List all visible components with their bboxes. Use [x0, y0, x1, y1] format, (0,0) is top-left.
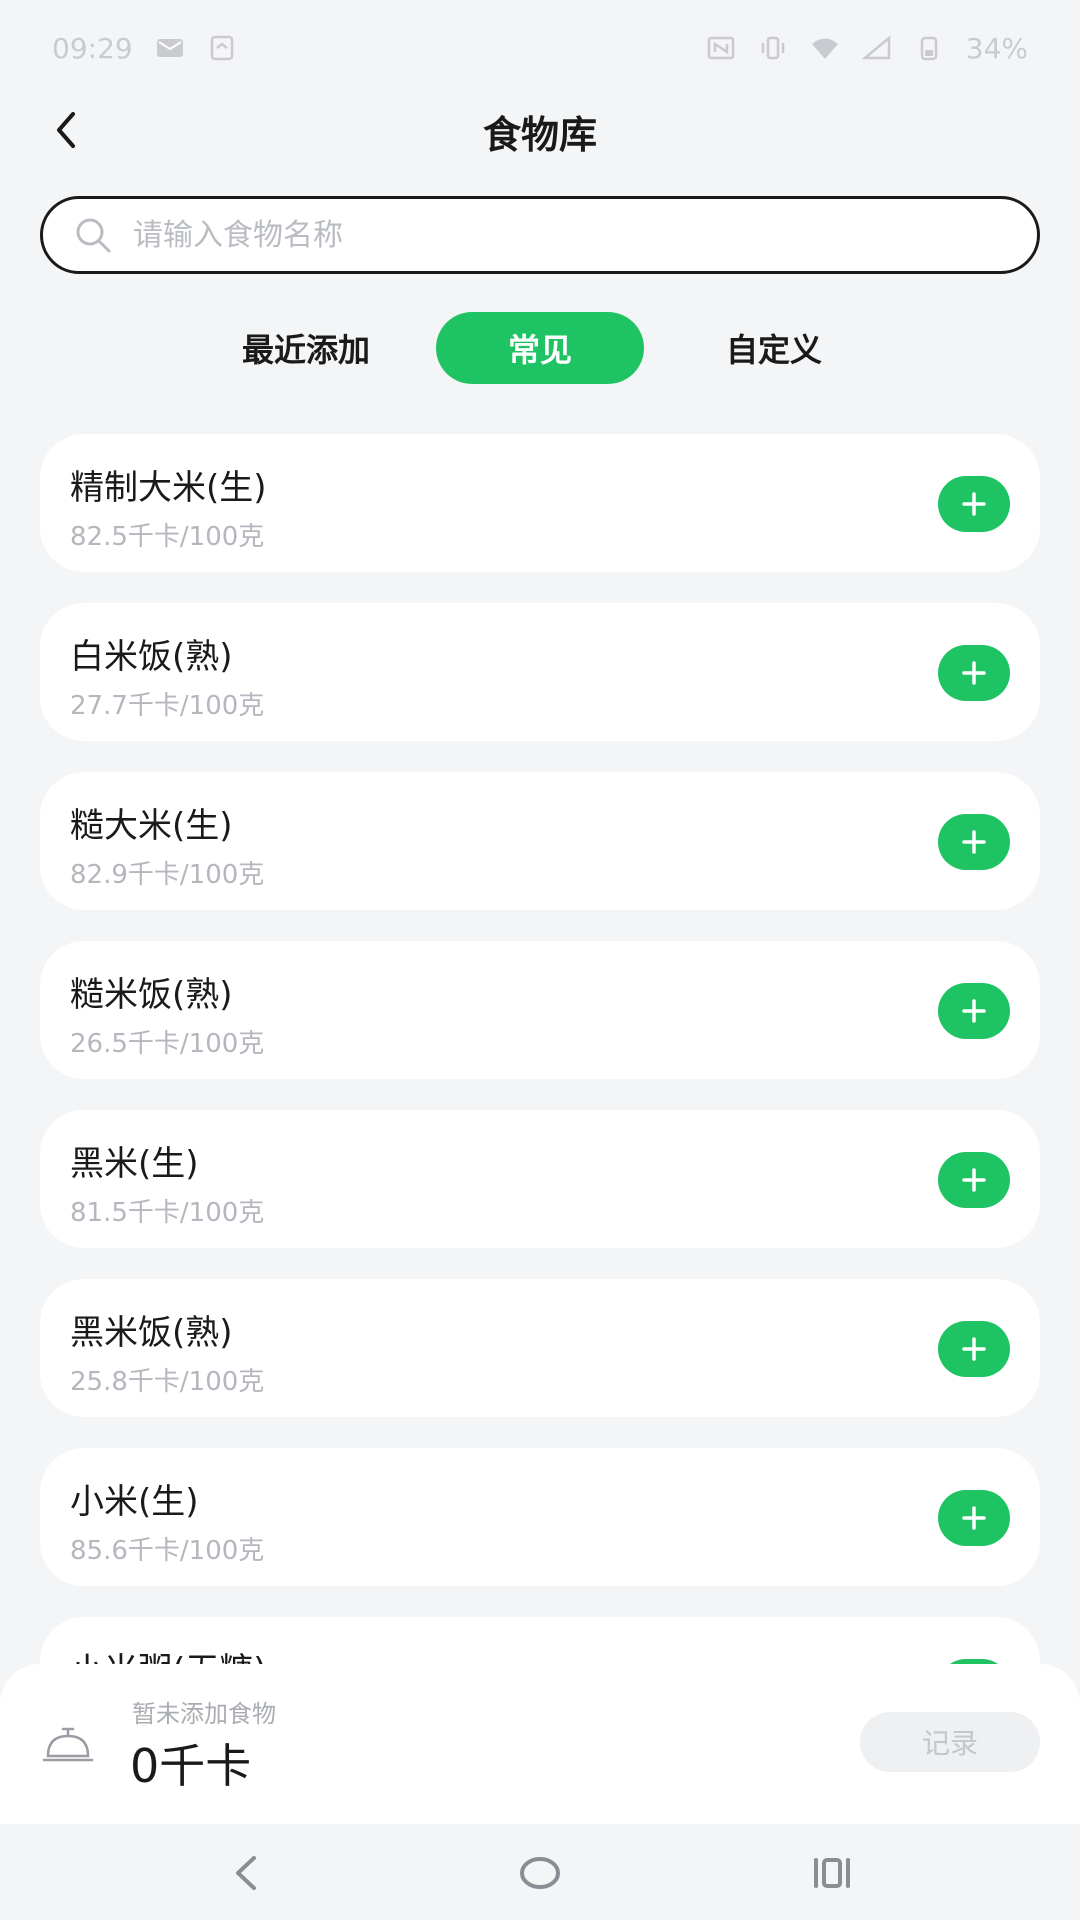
add-food-button[interactable]	[938, 1321, 1010, 1377]
add-food-button[interactable]	[938, 645, 1010, 701]
food-calories: 82.9千卡/100克	[70, 860, 265, 890]
plus-icon	[962, 1168, 986, 1192]
food-name: 糙米饭(熟)	[70, 975, 233, 1015]
wifi-icon	[810, 35, 840, 61]
food-name: 小米粥(无糖)	[70, 1643, 267, 1664]
food-name: 精制大米(生)	[70, 468, 267, 508]
plus-icon	[962, 830, 986, 854]
food-item[interactable]: 白米饭(熟) 27.7千卡/100克	[40, 603, 1040, 741]
food-list[interactable]: 精制大米(生) 82.5千卡/100克 白米饭(熟) 27.7千卡/100克 糙…	[40, 434, 1040, 1664]
food-calories: 81.5千卡/100克	[70, 1198, 265, 1228]
add-food-button[interactable]	[938, 476, 1010, 532]
vibrate-icon	[758, 35, 788, 61]
nav-back-button[interactable]	[216, 1848, 276, 1898]
tab-bar: 最近添加 常见 自定义	[0, 312, 1080, 384]
food-name: 小米(生)	[70, 1482, 199, 1522]
plus-icon	[962, 1337, 986, 1361]
record-button[interactable]: 记录	[860, 1712, 1040, 1772]
food-name: 黑米饭(熟)	[70, 1313, 233, 1353]
food-item[interactable]: 黑米饭(熟) 25.8千卡/100克	[40, 1279, 1040, 1417]
food-cover-icon	[42, 1727, 94, 1762]
tab-common[interactable]: 常见	[436, 312, 644, 384]
food-item[interactable]: 精制大米(生) 82.5千卡/100克	[40, 434, 1040, 572]
food-item[interactable]: 黑米(生) 81.5千卡/100克	[40, 1110, 1040, 1248]
nav-home-icon	[520, 1857, 560, 1889]
food-calories: 82.5千卡/100克	[70, 522, 265, 552]
food-calories: 27.7千卡/100克	[70, 691, 265, 721]
food-name: 白米饭(熟)	[70, 637, 233, 677]
add-food-button[interactable]	[938, 1490, 1010, 1546]
status-right: 34%	[706, 32, 1028, 65]
nav-back-icon	[236, 1856, 256, 1890]
food-item[interactable]: 糙大米(生) 82.9千卡/100克	[40, 772, 1040, 910]
status-bar: 09:29 34%	[0, 0, 1080, 96]
search-box[interactable]	[40, 196, 1040, 274]
plus-icon	[962, 661, 986, 685]
add-food-button[interactable]	[938, 1152, 1010, 1208]
page-title: 食物库	[482, 113, 597, 157]
header: 食物库	[0, 96, 1080, 162]
tab-custom[interactable]: 自定义	[682, 312, 866, 384]
mail-icon	[155, 35, 185, 61]
plus-icon	[962, 999, 986, 1023]
summary-hint: 暂未添加食物	[132, 1700, 276, 1728]
food-item[interactable]: 糙米饭(熟) 26.5千卡/100克	[40, 941, 1040, 1079]
nav-recents-button[interactable]	[802, 1848, 862, 1898]
screenshot-icon	[207, 35, 237, 61]
nfc-icon	[706, 35, 736, 61]
summary-bar: 暂未添加食物 0千卡 记录	[0, 1664, 1080, 1824]
system-nav-bar	[0, 1824, 1080, 1920]
plus-icon	[962, 1506, 986, 1530]
nav-home-button[interactable]	[510, 1848, 570, 1898]
food-calories: 85.6千卡/100克	[70, 1536, 265, 1566]
battery-percent: 34%	[965, 31, 1028, 65]
food-item[interactable]: 小米粥(无糖)	[40, 1617, 1040, 1664]
food-name: 糙大米(生)	[70, 806, 233, 846]
search-input[interactable]	[133, 217, 953, 253]
signal-icon	[861, 35, 892, 61]
food-item[interactable]: 小米(生) 85.6千卡/100克	[40, 1448, 1040, 1586]
add-food-button[interactable]	[938, 814, 1010, 870]
search-icon	[76, 218, 111, 253]
status-left: 09:29	[52, 32, 237, 65]
nav-recents-icon	[814, 1858, 850, 1888]
status-time: 09:29	[52, 31, 133, 65]
food-calories: 25.8千卡/100克	[70, 1367, 265, 1397]
calorie-total: 0千卡	[130, 1739, 252, 1793]
food-calories: 26.5千卡/100克	[70, 1029, 265, 1059]
food-name: 黑米(生)	[70, 1144, 199, 1184]
battery-icon	[914, 35, 944, 61]
plus-icon	[962, 492, 986, 516]
tab-recent[interactable]: 最近添加	[214, 312, 398, 384]
add-food-button[interactable]	[938, 983, 1010, 1039]
